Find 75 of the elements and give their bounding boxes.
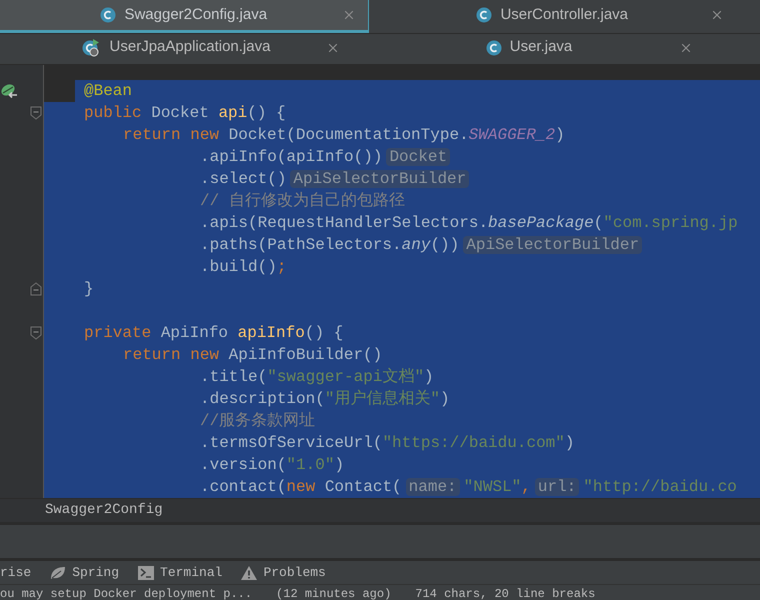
code-token: ) <box>564 434 574 452</box>
code-token: ) <box>440 390 450 408</box>
tool-window-button[interactable]: Spring <box>50 562 120 582</box>
fold-marker-icon[interactable] <box>30 326 42 340</box>
code-token: apiInfo <box>238 324 305 342</box>
code-token: any <box>402 236 430 254</box>
code-token: private <box>84 324 152 342</box>
warning-icon <box>241 566 258 580</box>
inlay-hint: ApiSelectorBuilder <box>290 170 470 188</box>
fold-marker-icon[interactable] <box>30 106 42 120</box>
code-token: () { <box>247 104 286 122</box>
code-token: () { <box>304 324 344 342</box>
code-token: // 自行修改为自己的包路径 <box>200 192 405 210</box>
code-token: "http://baidu.co <box>583 478 737 496</box>
status-time: (12 minutes ago) <box>276 586 392 600</box>
terminal-icon <box>138 566 154 580</box>
code-token: .build() <box>200 258 277 276</box>
breadcrumb[interactable]: Swagger2Config <box>45 500 163 521</box>
code-token: .version( <box>200 456 286 474</box>
close-icon[interactable] <box>710 8 724 22</box>
class-file-icon <box>100 7 116 23</box>
status-stats: 714 chars, 20 line breaks <box>415 586 596 600</box>
code-token: public <box>84 104 143 122</box>
code-token: api <box>218 104 248 122</box>
inlay-hint: name: <box>406 478 460 496</box>
code-token: "swagger-api文档" <box>267 368 424 386</box>
class-file-icon <box>486 40 502 56</box>
code-token: .select() <box>200 170 286 188</box>
code-token: @Bean <box>84 82 132 100</box>
code-token: new <box>286 478 316 496</box>
tab-label: User.java <box>510 37 572 58</box>
code-token: .apiInfo(apiInfo()) <box>200 148 382 166</box>
code-token: "com.spring.jp <box>603 214 738 232</box>
code-token: "NWSL" <box>464 478 522 496</box>
code-token: basePackage <box>488 214 594 232</box>
code-token: ; <box>276 258 286 276</box>
code-token: , <box>521 478 531 496</box>
leaf-icon <box>50 566 66 580</box>
code-token: .paths(PathSelectors. <box>200 236 402 254</box>
code-token: .description( <box>200 390 325 408</box>
code-token: SWAGGER_2 <box>468 126 556 144</box>
tab-label: UserController.java <box>500 4 628 25</box>
tool-window-button[interactable]: rise <box>0 562 32 582</box>
code-token: Docket(DocumentationType. <box>228 126 469 144</box>
code-token: //服务条款网址 <box>200 412 316 430</box>
code-token: ApiInfoBuilder() <box>228 346 382 364</box>
code-token: ApiInfo <box>160 324 230 342</box>
code-token: "1.0" <box>286 456 334 474</box>
code-token: .termsOfServiceUrl( <box>200 434 382 452</box>
code-token: .title( <box>200 368 268 386</box>
editor-tab[interactable]: Swagger2Config.java <box>0 0 368 33</box>
inlay-hint: url: <box>534 478 580 496</box>
code-token: ) <box>555 126 565 144</box>
code-token: "https://baidu.com" <box>382 434 565 452</box>
code-token: } <box>84 280 94 298</box>
inlay-hint: ApiSelectorBuilder <box>463 236 642 254</box>
code-token: Contact( <box>324 478 402 496</box>
code-token: return new <box>123 346 220 364</box>
tool-window-button[interactable]: Terminal <box>138 562 222 582</box>
code-token: ()) <box>430 236 460 254</box>
code-token: return new <box>123 126 220 144</box>
tab-label: Swagger2Config.java <box>124 4 268 25</box>
class-file-icon <box>476 7 492 23</box>
inlay-hint: Docket <box>386 148 450 166</box>
code-token: Docket <box>151 104 210 122</box>
fold-marker-icon[interactable] <box>30 282 42 296</box>
tool-window-button[interactable]: Problems <box>241 562 326 582</box>
code-token: ( <box>594 214 604 232</box>
code-token: ) <box>424 368 434 386</box>
code-token: .contact( <box>200 478 286 496</box>
code-token: "用户信息相关" <box>324 390 440 408</box>
code-token: .apis(RequestHandlerSelectors. <box>200 214 488 232</box>
code-token: ) <box>334 456 344 474</box>
status-message: ou may setup Docker deployment p... <box>0 586 252 600</box>
tab-label: UserJpaApplication.java <box>110 37 270 58</box>
